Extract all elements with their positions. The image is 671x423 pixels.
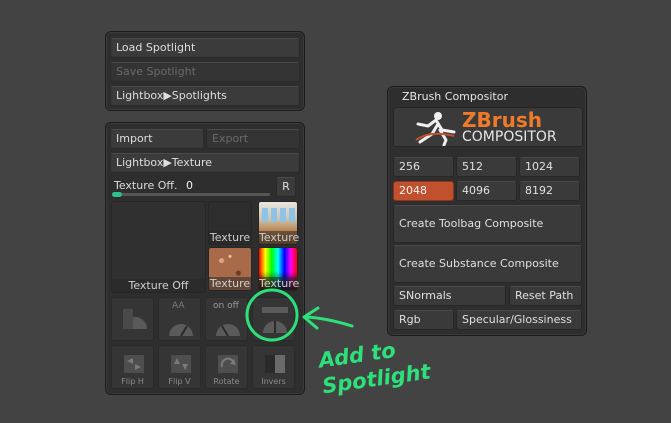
export-button[interactable]: Export [206, 129, 300, 149]
texture-tile-caption: Texture [209, 277, 251, 290]
size-4096-button[interactable]: 4096 [456, 181, 517, 201]
arrow-head [302, 306, 320, 330]
fade-button[interactable] [111, 297, 154, 341]
antialias-button[interactable]: AA [158, 297, 201, 341]
reset-path-button[interactable]: Reset Path [509, 286, 582, 306]
import-button[interactable]: Import [110, 129, 204, 149]
flip-v-button[interactable]: Flip V [158, 345, 201, 389]
lightbox-spotlights-button[interactable]: Lightbox▶Spotlights [110, 86, 300, 106]
annotation-text: Add to Spotlight [317, 333, 432, 400]
size-256-button[interactable]: 256 [393, 157, 454, 177]
rotate-caption: Rotate [213, 377, 240, 386]
rotate-icon [218, 355, 238, 373]
create-substance-composite-button[interactable]: Create Substance Composite [393, 245, 582, 283]
room-image-icon [262, 208, 295, 222]
compositor-logo: ZBrush COMPOSITOR [393, 107, 583, 147]
runner-logo-icon [415, 112, 456, 146]
slider-track [112, 193, 270, 196]
spotlight-panel: Load Spotlight Save Spotlight Lightbox▶S… [105, 31, 305, 111]
texture-panel: Import Export Lightbox▶Texture Texture O… [105, 122, 305, 395]
texture-offset-value: 0 [186, 179, 193, 192]
texture-off-caption: Texture Off [112, 279, 205, 292]
texture-tile-caption: Texture [209, 231, 251, 244]
texture-tile-color-spectrum[interactable]: Texture [258, 247, 300, 291]
arrow-shaft [304, 315, 354, 328]
load-spotlight-button[interactable]: Load Spotlight [110, 38, 300, 58]
size-1024-button[interactable]: 1024 [519, 157, 580, 177]
size-8192-button[interactable]: 8192 [519, 181, 580, 201]
texture-offset-slider[interactable]: Texture Off. 0 [110, 177, 274, 197]
flip-v-icon [171, 355, 191, 373]
compositor-panel: ZBrush Compositor ZBrush COMPOSITOR 256 … [387, 86, 587, 336]
invert-caption: Invers [261, 377, 286, 386]
size-512-button[interactable]: 512 [456, 157, 517, 177]
on-off-button[interactable]: on off [205, 297, 248, 341]
specular-glossiness-button[interactable]: Specular/Glossiness [456, 310, 582, 330]
flip-h-button[interactable]: Flip H [111, 345, 154, 389]
compositor-title: ZBrush Compositor [402, 90, 508, 103]
fade-icon [123, 309, 147, 329]
aa-label: AA [172, 301, 185, 311]
lightbox-texture-button[interactable]: Lightbox▶Texture [110, 153, 300, 173]
flip-v-caption: Flip V [168, 377, 191, 386]
gauge-icon [169, 324, 193, 337]
logo-compositor-text: COMPOSITOR [462, 129, 557, 145]
add-to-spotlight-button[interactable] [252, 297, 295, 341]
rotate-button[interactable]: Rotate [205, 345, 248, 389]
invert-icon [265, 355, 285, 373]
on-off-label: on off [213, 301, 239, 311]
slider-thumb[interactable] [112, 192, 122, 197]
texture-off-tile[interactable]: Texture Off [111, 201, 206, 293]
invert-button[interactable]: Invers [252, 345, 295, 389]
r-button[interactable]: R [276, 177, 296, 197]
size-2048-button[interactable]: 2048 [393, 181, 454, 201]
texture-tile-room[interactable]: Texture [258, 201, 300, 245]
gauge-icon [216, 324, 240, 337]
create-toolbag-composite-button[interactable]: Create Toolbag Composite [393, 205, 582, 243]
snormals-button[interactable]: SNormals [393, 286, 506, 306]
texture-tile-caption: Texture [259, 277, 300, 290]
spotlight-icon [262, 307, 288, 333]
texture-tile-granite[interactable]: Texture [208, 247, 252, 291]
rgb-button[interactable]: Rgb [393, 310, 454, 330]
texture-tile-caption: Texture [259, 231, 300, 244]
texture-tile-blank[interactable]: Texture [208, 201, 252, 245]
save-spotlight-button[interactable]: Save Spotlight [110, 62, 300, 82]
flip-h-icon [124, 355, 144, 373]
flip-h-caption: Flip H [121, 377, 144, 386]
texture-offset-label: Texture Off. [114, 179, 178, 192]
